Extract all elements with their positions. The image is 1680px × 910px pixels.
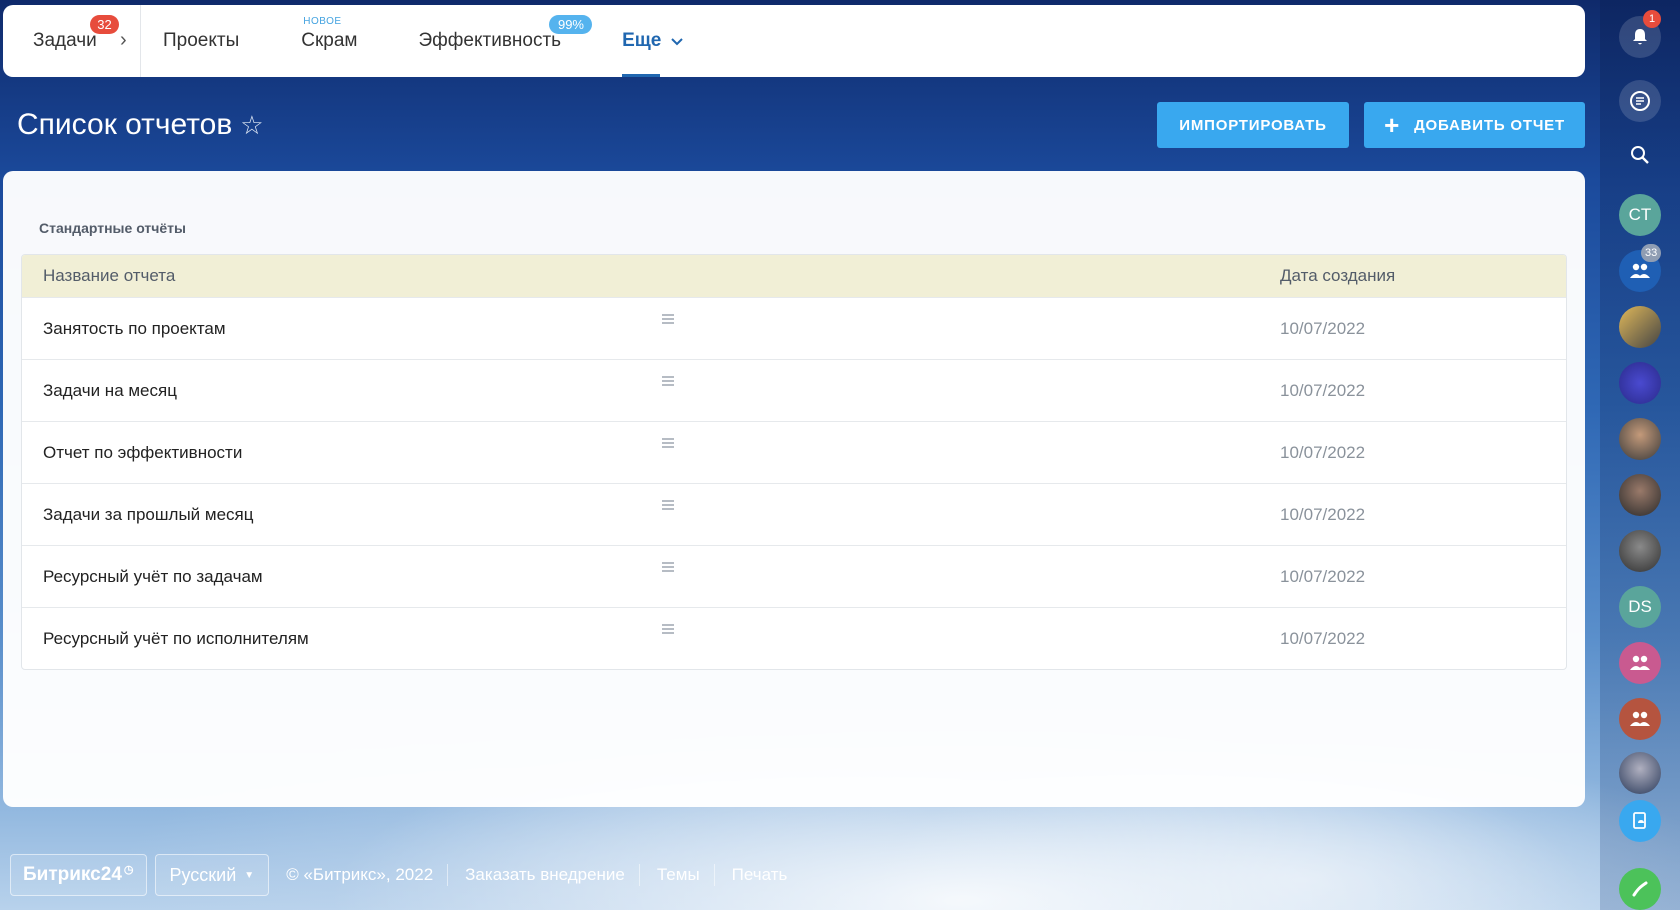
avatar[interactable] — [1619, 306, 1661, 348]
reports-table: Название отчета Дата создания Занятость … — [21, 254, 1567, 670]
copyright-text: © «Битрикс», 2022 — [286, 865, 434, 884]
report-name[interactable]: Ресурсный учёт по исполнителям — [43, 629, 309, 649]
avatar[interactable] — [1619, 418, 1661, 460]
search-button[interactable] — [1619, 134, 1661, 176]
plus-icon: + — [1384, 110, 1401, 140]
table-row[interactable]: Ресурсный учёт по исполнителям 10/07/202… — [22, 607, 1566, 669]
group-avatar[interactable] — [1619, 698, 1661, 740]
top-navigation: Задачи 32 › Проекты НОВОЕ Скрам Эффектив… — [3, 5, 1585, 77]
brand-logo[interactable]: Битрикс24 ◷ — [10, 854, 147, 896]
menu-icon[interactable] — [662, 624, 674, 636]
nav-more[interactable]: Еще — [622, 5, 684, 77]
users-icon — [1630, 711, 1650, 726]
notifications-button[interactable]: 1 — [1619, 10, 1661, 58]
avatar-initials: CT — [1628, 205, 1652, 224]
search-icon — [1631, 146, 1649, 164]
divider — [638, 864, 640, 886]
report-date: 10/07/2022 — [1280, 319, 1366, 338]
menu-icon[interactable] — [662, 562, 674, 574]
menu-icon[interactable] — [662, 376, 674, 388]
import-button-label: ИМПОРТИРОВАТЬ — [1179, 116, 1327, 134]
chat-icon — [1630, 91, 1650, 111]
brand-name: Битрикс24 — [23, 864, 122, 885]
disk-button[interactable] — [1619, 800, 1661, 842]
nav-efficiency-label: Эффективность — [418, 30, 562, 51]
section-title: Стандартные отчёты — [39, 220, 186, 236]
reports-panel: Стандартные отчёты Название отчета Дата … — [3, 171, 1585, 807]
report-date: 10/07/2022 — [1280, 381, 1366, 400]
chevron-right-icon[interactable]: › — [120, 29, 127, 52]
page-title: Список отчетов ☆ — [17, 108, 264, 142]
cloud-document-icon — [1633, 812, 1646, 829]
nav-more-label: Еще — [622, 30, 662, 51]
caret-down-icon: ▼ — [244, 869, 255, 881]
chevron-down-icon — [671, 33, 684, 49]
avatar[interactable] — [1619, 474, 1661, 516]
footer: Битрикс24 ◷ Русский ▼ © «Битрикс», 2022 … — [10, 854, 787, 896]
nav-scrum-label: Скрам — [301, 30, 358, 51]
table-row[interactable]: Задачи за прошлый месяц 10/07/2022 — [22, 483, 1566, 545]
nav-tasks[interactable]: Задачи 32 › — [3, 5, 141, 77]
report-date: 10/07/2022 — [1280, 629, 1366, 648]
import-button[interactable]: ИМПОРТИРОВАТЬ — [1157, 102, 1349, 148]
language-select[interactable]: Русский ▼ — [154, 854, 270, 896]
group-avatar[interactable] — [1619, 642, 1661, 684]
nav-tasks-label: Задачи — [33, 30, 97, 51]
group-chat-badge: 33 — [1641, 244, 1662, 262]
avatar[interactable] — [1619, 362, 1661, 404]
nav-scrum[interactable]: НОВОЕ Скрам — [301, 5, 357, 77]
report-date: 10/07/2022 — [1280, 567, 1366, 586]
report-name[interactable]: Ресурсный учёт по задачам — [43, 567, 263, 587]
users-icon — [1630, 263, 1650, 278]
group-chat-button[interactable]: 33 — [1619, 244, 1662, 292]
right-sidebar: 1 CT 33 DS — [1600, 0, 1680, 910]
add-report-button-label: ДОБАВИТЬ ОТЧЕТ — [1414, 116, 1565, 134]
report-name[interactable]: Отчет по эффективности — [43, 443, 242, 463]
print-link[interactable]: Печать — [732, 865, 788, 885]
nav-projects[interactable]: Проекты — [163, 5, 239, 77]
table-row[interactable]: Задачи на месяц 10/07/2022 — [22, 359, 1566, 421]
clock-icon: ◷ — [123, 863, 134, 876]
users-icon — [1630, 655, 1650, 670]
add-report-button[interactable]: + ДОБАВИТЬ ОТЧЕТ — [1364, 102, 1585, 148]
active-tab-indicator — [622, 74, 661, 77]
tasks-counter-badge: 32 — [90, 15, 119, 34]
table-row[interactable]: Ресурсный учёт по задачам 10/07/2022 — [22, 545, 1566, 607]
language-value: Русский — [169, 864, 237, 885]
bell-icon — [1633, 29, 1647, 45]
table-row[interactable]: Занятость по проектам 10/07/2022 — [22, 297, 1566, 359]
new-tag: НОВОЕ — [303, 16, 342, 27]
report-date: 10/07/2022 — [1280, 505, 1366, 524]
avatar[interactable] — [1619, 530, 1661, 572]
efficiency-badge: 99% — [549, 15, 593, 34]
table-header: Название отчета Дата создания — [22, 255, 1566, 297]
order-implementation-link[interactable]: Заказать внедрение — [465, 865, 625, 885]
notifications-badge: 1 — [1643, 10, 1661, 28]
table-row[interactable]: Отчет по эффективности 10/07/2022 — [22, 421, 1566, 483]
nav-projects-label: Проекты — [163, 30, 240, 51]
phone-icon — [1632, 881, 1648, 897]
menu-icon[interactable] — [662, 314, 674, 326]
nav-efficiency[interactable]: Эффективность 99% — [418, 5, 593, 77]
call-button[interactable] — [1619, 868, 1661, 910]
divider — [713, 864, 715, 886]
avatar[interactable] — [1619, 752, 1661, 794]
report-name[interactable]: Задачи на месяц — [43, 381, 177, 401]
avatar[interactable]: CT — [1619, 194, 1661, 236]
column-header-date: Дата создания — [1280, 266, 1396, 285]
menu-icon[interactable] — [662, 438, 674, 450]
report-name[interactable]: Занятость по проектам — [43, 319, 226, 339]
avatar[interactable]: DS — [1619, 586, 1661, 628]
themes-link[interactable]: Темы — [657, 865, 700, 885]
menu-icon[interactable] — [662, 500, 674, 512]
report-name[interactable]: Задачи за прошлый месяц — [43, 505, 253, 525]
column-header-name: Название отчета — [43, 266, 176, 285]
chat-button[interactable] — [1619, 80, 1661, 122]
divider — [447, 864, 449, 886]
star-icon[interactable]: ☆ — [240, 110, 263, 141]
avatar-initials: DS — [1628, 597, 1652, 616]
page-title-text: Список отчетов — [17, 108, 233, 141]
report-date: 10/07/2022 — [1280, 443, 1366, 462]
